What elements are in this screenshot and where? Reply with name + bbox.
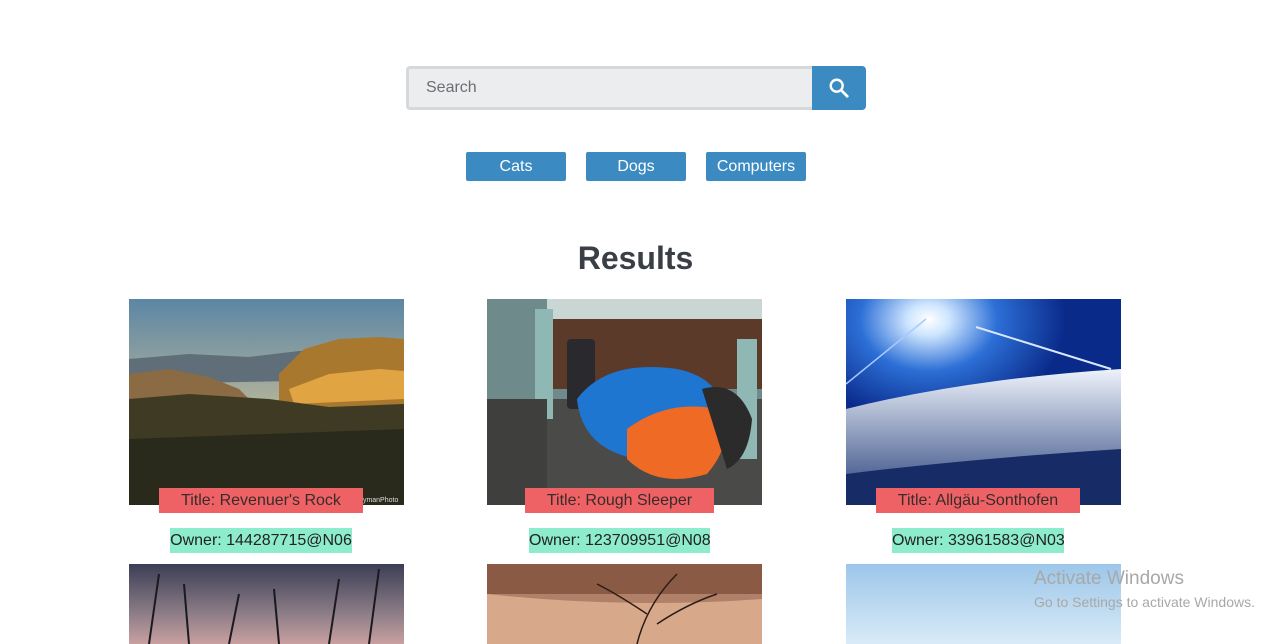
result-owner: Owner: 144287715@N06 (170, 528, 352, 553)
result-photo (129, 564, 404, 644)
result-photo[interactable] (487, 299, 762, 505)
result-card: Title: Allgäu-Sonthofen Owner: 33961583@… (846, 299, 1121, 553)
result-photo[interactable]: tymanPhoto (129, 299, 404, 505)
photo-credit: tymanPhoto (361, 497, 398, 504)
result-photo[interactable] (846, 299, 1121, 505)
search-input[interactable] (406, 66, 812, 110)
activate-windows-watermark: Activate Windows Go to Settings to activ… (1034, 568, 1255, 610)
search-icon (829, 78, 849, 98)
result-owner: Owner: 33961583@N03 (892, 528, 1065, 553)
result-title: Title: Rough Sleeper (525, 488, 714, 513)
result-photo-partial[interactable] (487, 564, 762, 644)
result-owner: Owner: 123709951@N08 (529, 528, 711, 553)
result-card: tymanPhoto Title: Revenuer's Rock Owner:… (129, 299, 404, 553)
result-photo (487, 564, 762, 644)
result-card: Title: Rough Sleeper Owner: 123709951@N0… (487, 299, 762, 553)
search-bar (406, 66, 866, 110)
filter-button-computers[interactable]: Computers (706, 152, 806, 181)
category-filters: Cats Dogs Computers (466, 152, 806, 181)
result-title: Title: Revenuer's Rock (159, 488, 363, 513)
result-photo-partial[interactable] (129, 564, 404, 644)
watermark-subtitle: Go to Settings to activate Windows. (1034, 594, 1255, 610)
result-title: Title: Allgäu-Sonthofen (876, 488, 1080, 513)
search-button[interactable] (812, 66, 866, 110)
filter-button-dogs[interactable]: Dogs (586, 152, 686, 181)
watermark-title: Activate Windows (1034, 568, 1184, 589)
results-heading: Results (577, 240, 694, 276)
filter-button-cats[interactable]: Cats (466, 152, 566, 181)
